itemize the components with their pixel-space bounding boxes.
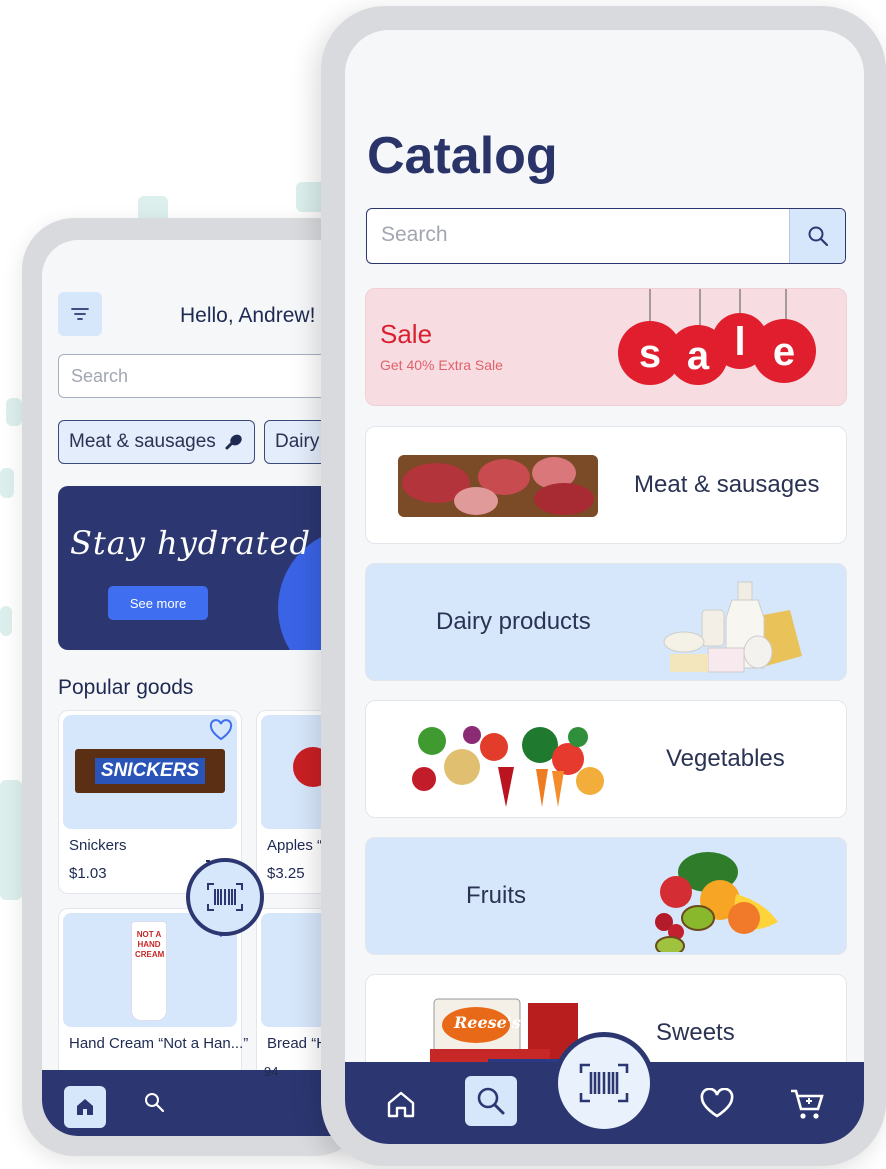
nav-search-button[interactable] — [465, 1076, 517, 1126]
home-icon — [77, 1099, 93, 1115]
sale-subtitle: Get 40% Extra Sale — [380, 357, 503, 373]
nav-search-button[interactable] — [142, 1090, 166, 1119]
drumstick-icon — [225, 434, 242, 450]
category-dairy[interactable]: Dairy products — [365, 563, 847, 681]
category-label: Vegetables — [666, 745, 785, 772]
sale-banner[interactable]: Sale Get 40% Extra Sale s a l e — [365, 288, 847, 406]
product-card[interactable]: NOT A HAND CREAM Hand Cream “Not a Han..… — [58, 908, 248, 1092]
sale-title: Sale — [380, 319, 433, 349]
product-name: Hand Cream “Not a Han...” — [69, 1035, 249, 1052]
nav-cart-button[interactable] — [789, 1088, 825, 1127]
sale-tag-letter: a — [687, 334, 710, 378]
category-fruits[interactable]: Fruits — [365, 837, 847, 955]
category-label: Meat & sausages — [634, 471, 820, 498]
chip-label: Meat & sausages — [69, 431, 216, 452]
background-tile — [0, 780, 22, 900]
filter-button[interactable] — [58, 292, 102, 336]
chip-label: Dairy — [275, 431, 320, 452]
search-input[interactable]: Search — [58, 354, 348, 398]
hand-cream-label: NOT A HAND CREAM — [135, 930, 165, 959]
meat-image — [398, 455, 598, 517]
scan-barcode-button[interactable] — [553, 1032, 655, 1134]
heart-icon — [700, 1087, 734, 1118]
background-tile — [0, 468, 14, 498]
favorite-button[interactable] — [209, 719, 233, 746]
barcode-icon — [207, 883, 243, 911]
search-icon — [477, 1087, 505, 1115]
category-meat[interactable]: Meat & sausages — [365, 426, 847, 544]
nav-home-button[interactable] — [385, 1088, 417, 1125]
greeting-text: Hello, Andrew! — [180, 304, 316, 327]
product-price: $3.25 — [267, 865, 305, 882]
reeses-box-label: Reese's — [454, 1013, 521, 1032]
chip-meat[interactable]: Meat & sausages — [58, 420, 255, 464]
scan-barcode-button[interactable] — [186, 858, 264, 936]
heart-outline-icon — [209, 719, 233, 741]
category-label: Fruits — [466, 882, 526, 909]
category-vegetables[interactable]: Vegetables — [365, 700, 847, 818]
phone-home-screen: Hello, Andrew! Search Meat & sausages Da… — [22, 218, 367, 1156]
dairy-image — [663, 581, 802, 673]
home-icon — [387, 1091, 415, 1118]
sale-tags-image: s a l e — [618, 289, 816, 385]
fruits-image — [655, 852, 778, 952]
search-input[interactable]: Search — [366, 208, 846, 264]
product-price: $1.03 — [69, 865, 107, 882]
filter-icon — [71, 308, 89, 320]
page-title: Catalog — [367, 127, 558, 185]
vegetables-image — [412, 726, 604, 807]
product-price: 94 — [264, 1064, 279, 1079]
section-title: Popular goods — [58, 676, 194, 699]
promo-banner[interactable]: Stay hydrated See more — [58, 486, 348, 650]
catalog-screen: Catalog Search Sale Get 40% Extra Sale s… — [345, 30, 864, 1144]
sale-tag-letter: s — [639, 332, 661, 376]
see-more-button[interactable]: See more — [108, 586, 208, 620]
nav-home-button[interactable] — [64, 1086, 106, 1128]
home-screen: Hello, Andrew! Search Meat & sausages Da… — [42, 240, 367, 1136]
search-button[interactable] — [789, 209, 845, 263]
background-tile — [0, 606, 12, 636]
product-name: Snickers — [69, 837, 127, 854]
product-name: Bread “H — [267, 1035, 328, 1052]
search-icon — [808, 226, 828, 247]
category-label: Sweets — [656, 1019, 735, 1046]
search-icon — [145, 1093, 165, 1113]
sale-tag-letter: e — [773, 330, 795, 374]
banner-title: Stay hydrated — [70, 524, 311, 562]
background-tile — [6, 398, 22, 426]
phone-catalog-screen: Catalog Search Sale Get 40% Extra Sale s… — [321, 6, 886, 1166]
snickers-logo: SNICKERS — [94, 758, 206, 784]
search-placeholder: Search — [381, 223, 448, 246]
category-label: Dairy products — [436, 608, 591, 635]
sale-tag-letter: l — [734, 320, 745, 364]
cart-icon — [791, 1089, 824, 1119]
nav-favorites-button[interactable] — [699, 1087, 735, 1125]
snickers-bar-image: SNICKERS — [75, 749, 225, 793]
bottom-navigation: 94 — [42, 1064, 367, 1136]
barcode-icon — [579, 1063, 629, 1103]
hand-cream-tube-image: NOT A HAND CREAM — [131, 921, 167, 1021]
